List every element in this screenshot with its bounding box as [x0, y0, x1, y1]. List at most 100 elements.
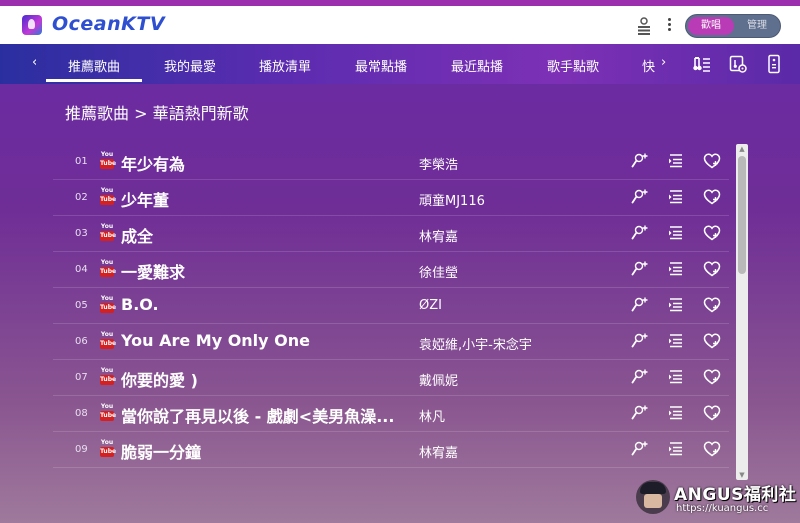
song-artist[interactable]: 徐佳瑩	[419, 262, 619, 281]
insert-next-icon[interactable]	[667, 368, 685, 386]
song-number: 08	[75, 408, 88, 419]
song-row[interactable]: 05 You Tube B.O. ØZI	[53, 288, 729, 324]
app-header: OceanKTV 歡唱 管理	[0, 6, 800, 44]
list-scrollbar[interactable]: ▲ ▼	[736, 144, 748, 480]
favorite-icon[interactable]	[703, 260, 721, 278]
song-artist[interactable]: 戴佩妮	[419, 370, 619, 389]
song-number: 07	[75, 372, 88, 383]
song-number: 04	[75, 264, 88, 275]
tab-recommended[interactable]: 推薦歌曲	[68, 56, 120, 75]
more-menu-icon[interactable]	[664, 16, 674, 36]
mode-sing-option[interactable]: 歡唱	[688, 17, 734, 35]
tab-by-singer[interactable]: 歌手點歌	[547, 56, 599, 75]
insert-next-icon[interactable]	[667, 404, 685, 422]
youtube-icon: You Tube	[100, 223, 117, 241]
song-artist[interactable]: 李榮浩	[419, 154, 619, 173]
favorite-icon[interactable]	[703, 224, 721, 242]
song-title[interactable]: 一愛難求	[121, 259, 413, 283]
song-title[interactable]: 脆弱一分鐘	[121, 439, 413, 463]
tab-playlist[interactable]: 播放清單	[259, 56, 311, 75]
song-artist[interactable]: 頑童MJ116	[419, 190, 619, 209]
favorite-icon[interactable]	[703, 440, 721, 458]
insert-next-icon[interactable]	[667, 332, 685, 350]
youtube-icon: You Tube	[100, 259, 117, 277]
add-to-queue-icon[interactable]	[631, 368, 649, 386]
song-row[interactable]: 09 You Tube 脆弱一分鐘 林宥嘉	[53, 432, 729, 468]
song-title[interactable]: 你要的愛 )	[121, 367, 413, 391]
song-row[interactable]: 04 You Tube 一愛難求 徐佳瑩	[53, 252, 729, 288]
song-artist[interactable]: ØZI	[419, 298, 619, 313]
add-to-queue-icon[interactable]	[631, 440, 649, 458]
main-panel: ‹ 推薦歌曲 我的最愛 播放清單 最常點播 最近點播 歌手點歌 快 › 推薦歌曲…	[0, 44, 800, 523]
song-title[interactable]: 少年董	[121, 187, 413, 211]
song-number: 03	[75, 228, 88, 239]
watermark-url: https://kuangus.cc	[676, 503, 769, 514]
nav-next-arrow[interactable]: ›	[661, 55, 666, 70]
youtube-icon: You Tube	[100, 295, 117, 313]
nav-prev-arrow[interactable]: ‹	[32, 55, 37, 70]
category-nav: ‹ 推薦歌曲 我的最愛 播放清單 最常點播 最近點播 歌手點歌 快 ›	[0, 44, 800, 84]
add-to-queue-icon[interactable]	[631, 188, 649, 206]
song-number: 05	[75, 300, 88, 311]
favorite-icon[interactable]	[703, 404, 721, 422]
tab-most-played[interactable]: 最常點播	[355, 56, 407, 75]
song-number: 01	[75, 156, 88, 167]
add-to-queue-icon[interactable]	[631, 260, 649, 278]
add-to-queue-icon[interactable]	[631, 224, 649, 242]
song-row[interactable]: 08 You Tube 當你說了再見以後 - 戲劇<美男魚澡... 林凡	[53, 396, 729, 432]
insert-next-icon[interactable]	[667, 152, 685, 170]
watermark-title: ANGUS福利社	[674, 485, 797, 505]
user-queue-icon[interactable]	[636, 17, 652, 35]
favorite-icon[interactable]	[703, 332, 721, 350]
remote-control-icon[interactable]	[764, 54, 784, 74]
music-list-icon[interactable]	[692, 54, 712, 74]
favorite-icon[interactable]	[703, 296, 721, 314]
add-to-queue-icon[interactable]	[631, 332, 649, 350]
song-title[interactable]: B.O.	[121, 295, 413, 314]
song-row[interactable]: 07 You Tube 你要的愛 ) 戴佩妮	[53, 360, 729, 396]
add-to-queue-icon[interactable]	[631, 404, 649, 422]
youtube-icon: You Tube	[100, 151, 117, 169]
app-logo-icon	[22, 15, 42, 35]
insert-next-icon[interactable]	[667, 188, 685, 206]
insert-next-icon[interactable]	[667, 224, 685, 242]
song-artist[interactable]: 林宥嘉	[419, 442, 619, 461]
favorite-icon[interactable]	[703, 188, 721, 206]
song-title[interactable]: 當你說了再見以後 - 戲劇<美男魚澡...	[121, 403, 413, 427]
youtube-icon: You Tube	[100, 331, 117, 349]
youtube-icon: You Tube	[100, 403, 117, 421]
tab-recent[interactable]: 最近點播	[451, 56, 503, 75]
add-to-queue-icon[interactable]	[631, 296, 649, 314]
song-row[interactable]: 03 You Tube 成全 林宥嘉	[53, 216, 729, 252]
scroll-thumb[interactable]	[738, 156, 746, 274]
song-artist[interactable]: 袁婭維,小宇-宋念宇	[419, 334, 619, 353]
music-settings-icon[interactable]	[728, 54, 748, 74]
song-artist[interactable]: 林宥嘉	[419, 226, 619, 245]
insert-next-icon[interactable]	[667, 296, 685, 314]
app-name: OceanKTV	[52, 13, 166, 35]
favorite-icon[interactable]	[703, 368, 721, 386]
tab-quick[interactable]: 快	[642, 56, 655, 75]
insert-next-icon[interactable]	[667, 260, 685, 278]
breadcrumb: 推薦歌曲 > 華語熱門新歌	[65, 104, 249, 123]
song-title[interactable]: 成全	[121, 223, 413, 247]
song-row[interactable]: 02 You Tube 少年董 頑童MJ116	[53, 180, 729, 216]
insert-next-icon[interactable]	[667, 440, 685, 458]
tab-favorites[interactable]: 我的最愛	[164, 56, 216, 75]
song-artist[interactable]: 林凡	[419, 406, 619, 425]
youtube-icon: You Tube	[100, 367, 117, 385]
song-title[interactable]: You Are My Only One	[121, 331, 413, 350]
favorite-icon[interactable]	[703, 152, 721, 170]
add-to-queue-icon[interactable]	[631, 152, 649, 170]
song-row[interactable]: 06 You Tube You Are My Only One 袁婭維,小宇-宋念宇	[53, 324, 729, 360]
song-number: 09	[75, 444, 88, 455]
song-number: 06	[75, 336, 88, 347]
scroll-up-arrow[interactable]: ▲	[736, 144, 748, 154]
song-title[interactable]: 年少有為	[121, 151, 413, 175]
watermark: ANGUS福利社 https://kuangus.cc	[632, 476, 798, 520]
youtube-icon: You Tube	[100, 187, 117, 205]
watermark-avatar	[636, 480, 670, 514]
song-row[interactable]: 01 You Tube 年少有為 李榮浩	[53, 144, 729, 180]
mode-manage-option[interactable]: 管理	[734, 17, 780, 35]
mode-toggle[interactable]: 歡唱 管理	[685, 14, 781, 38]
